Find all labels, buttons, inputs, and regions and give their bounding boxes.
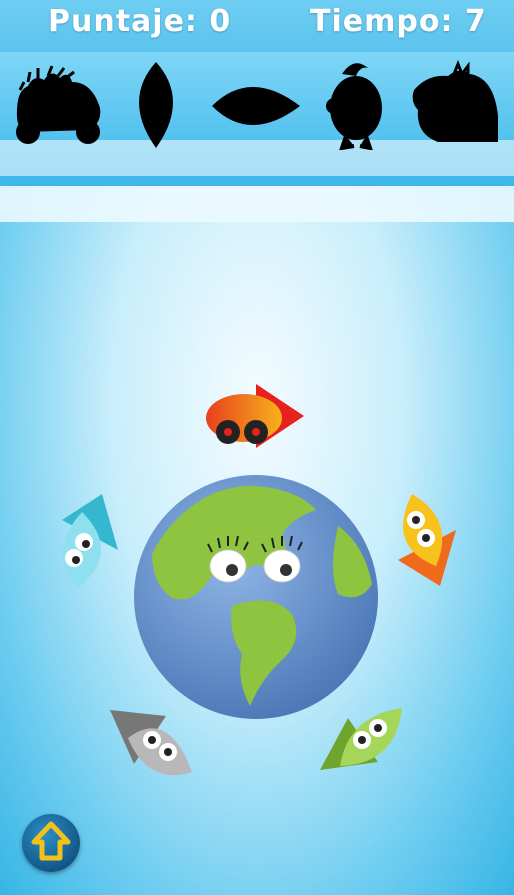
red-car-piece[interactable] xyxy=(204,382,308,448)
chick-silhouette-icon[interactable] xyxy=(324,60,386,150)
bush-silhouette-icon[interactable] xyxy=(408,60,502,150)
tray-band xyxy=(0,186,514,222)
green-drop-piece[interactable] xyxy=(318,704,406,774)
home-button[interactable] xyxy=(22,814,80,872)
leaf-silhouette-icon[interactable] xyxy=(124,60,188,150)
home-arrow-icon xyxy=(31,821,71,861)
score-label: Puntaje: 0 xyxy=(48,4,232,39)
orange-drop-piece[interactable] xyxy=(392,490,458,588)
gray-drop-piece[interactable] xyxy=(108,708,196,778)
fish-silhouette-icon[interactable] xyxy=(210,60,302,150)
cyan-drop-piece[interactable] xyxy=(52,492,120,590)
car-silhouette-icon[interactable] xyxy=(10,60,108,150)
earth-globe xyxy=(134,475,378,719)
top-bar: Puntaje: 0 Tiempo: 7 xyxy=(0,0,514,52)
time-label: Tiempo: 7 xyxy=(310,4,487,39)
